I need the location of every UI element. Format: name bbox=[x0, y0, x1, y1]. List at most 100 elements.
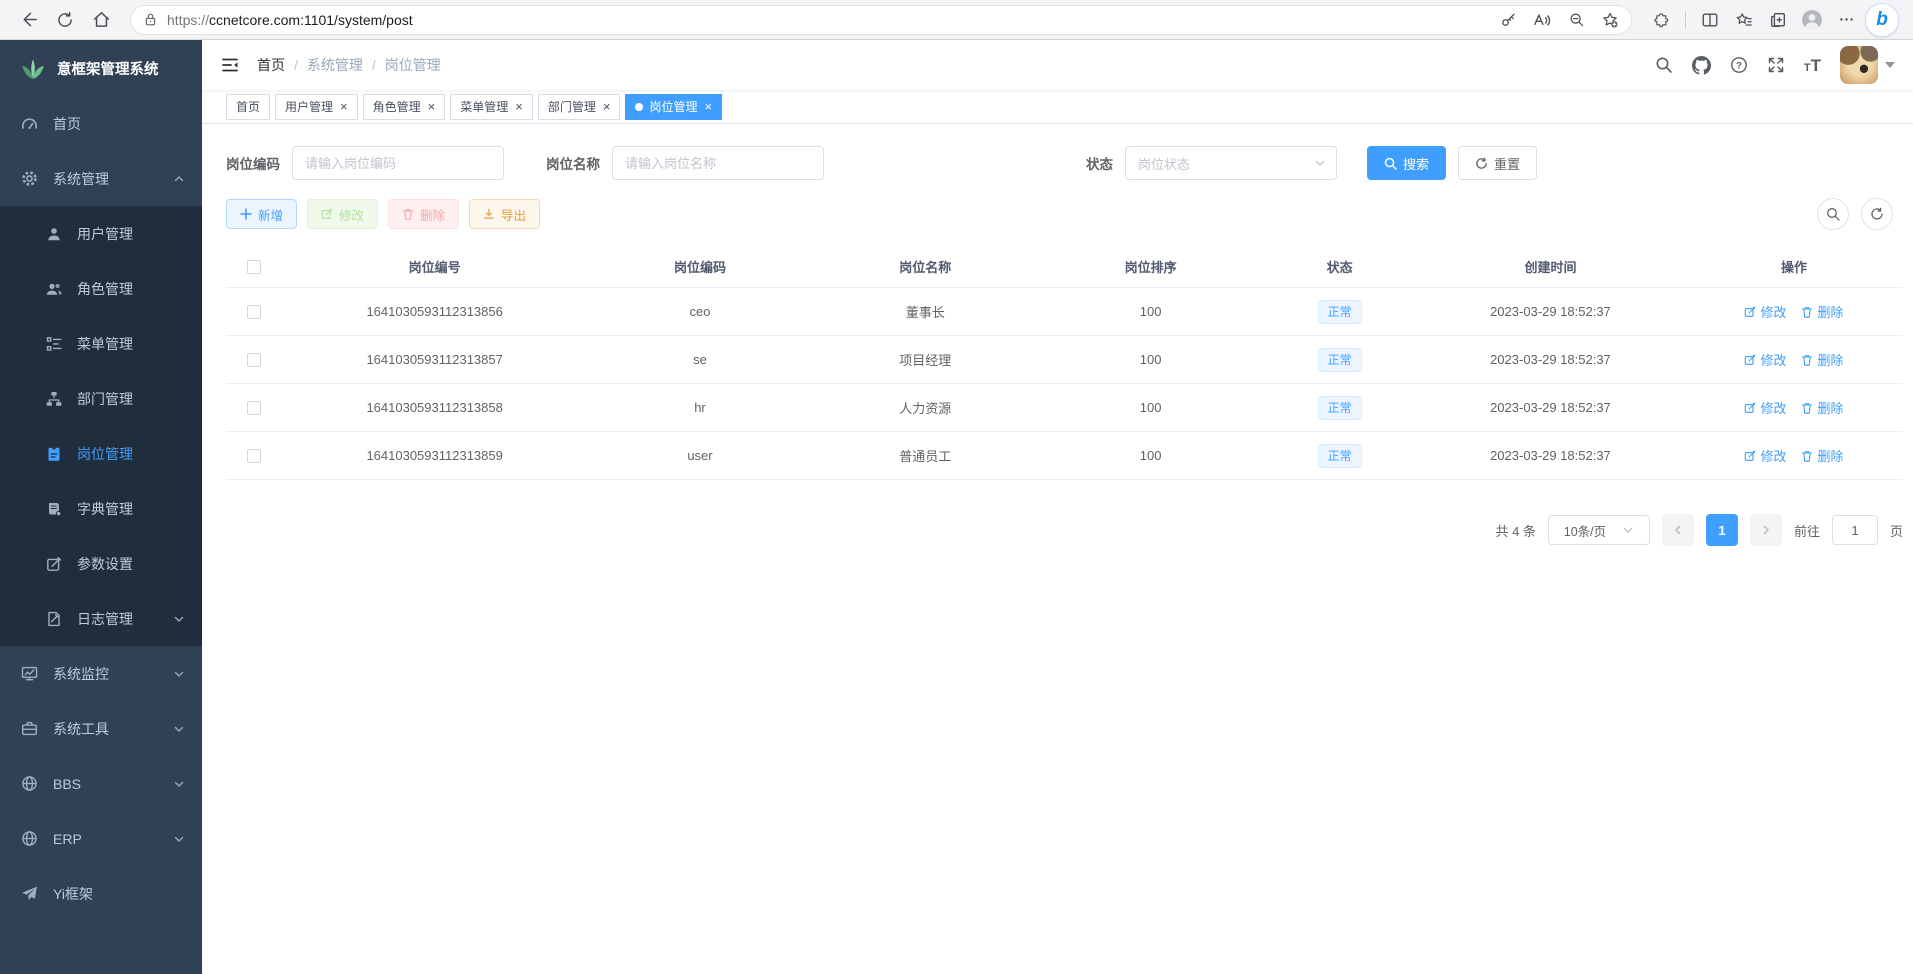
table-row[interactable]: 1641030593112313856 ceo 董事长 100 正常 2023-… bbox=[226, 288, 1903, 336]
add-favorite-icon[interactable] bbox=[1595, 5, 1625, 35]
sidebar-item-erp[interactable]: ERP bbox=[0, 811, 202, 866]
breadcrumb-home[interactable]: 首页 bbox=[257, 55, 285, 75]
font-size-icon[interactable]: TT bbox=[1804, 57, 1821, 74]
more-menu-icon[interactable] bbox=[1831, 5, 1861, 35]
export-button[interactable]: 导出 bbox=[469, 199, 540, 229]
sidebar-item-post-mgmt[interactable]: 岗位管理 bbox=[0, 426, 202, 481]
table-row[interactable]: 1641030593112313858 hr 人力资源 100 正常 2023-… bbox=[226, 384, 1903, 432]
add-button[interactable]: 新增 bbox=[226, 199, 297, 229]
row-checkbox[interactable] bbox=[247, 401, 261, 415]
zoom-out-icon[interactable] bbox=[1561, 5, 1591, 35]
fullscreen-icon[interactable] bbox=[1767, 56, 1785, 74]
sidebar-item-home[interactable]: 首页 bbox=[0, 96, 202, 151]
edit-post-link[interactable]: 修改 bbox=[1744, 398, 1786, 417]
post-table: 岗位编号 岗位编码 岗位名称 岗位排序 状态 创建时间 操作 164103059… bbox=[226, 246, 1903, 480]
bing-chat-icon[interactable]: b bbox=[1865, 3, 1899, 37]
help-icon[interactable]: ? bbox=[1730, 56, 1748, 74]
tab-user-mgmt[interactable]: 用户管理 × bbox=[275, 94, 358, 120]
app-logo[interactable]: 意框架管理系统 bbox=[0, 40, 202, 96]
page-size-select[interactable]: 10条/页 bbox=[1548, 515, 1650, 545]
sidebar-item-system-mgmt[interactable]: 系统管理 bbox=[0, 151, 202, 206]
delete-post-link[interactable]: 删除 bbox=[1801, 302, 1843, 321]
status-badge: 正常 bbox=[1318, 444, 1362, 468]
sidebar-item-dept-mgmt[interactable]: 部门管理 bbox=[0, 371, 202, 426]
next-page-button[interactable] bbox=[1750, 514, 1782, 546]
close-icon[interactable]: × bbox=[515, 100, 523, 113]
delete-post-link[interactable]: 删除 bbox=[1801, 350, 1843, 369]
plus-icon bbox=[240, 208, 252, 220]
col-post-sort: 岗位排序 bbox=[1038, 257, 1263, 276]
delete-post-link[interactable]: 删除 bbox=[1801, 446, 1843, 465]
delete-button[interactable]: 删除 bbox=[388, 199, 459, 229]
bing-b-glyph: b bbox=[1876, 10, 1888, 29]
toggle-search-icon[interactable] bbox=[1817, 198, 1849, 230]
edit-button[interactable]: 修改 bbox=[307, 199, 378, 229]
select-all-checkbox[interactable] bbox=[247, 260, 261, 274]
split-screen-icon[interactable] bbox=[1695, 5, 1725, 35]
search-icon bbox=[1384, 157, 1397, 170]
browser-refresh-icon[interactable] bbox=[50, 5, 80, 35]
browser-home-icon[interactable] bbox=[86, 5, 116, 35]
tab-post-mgmt[interactable]: 岗位管理 × bbox=[625, 94, 722, 120]
edit-icon bbox=[1744, 402, 1756, 414]
close-icon[interactable]: × bbox=[603, 100, 611, 113]
post-name-input[interactable] bbox=[612, 146, 824, 180]
sidebar-item-role-mgmt[interactable]: 角色管理 bbox=[0, 261, 202, 316]
reset-button[interactable]: 重置 bbox=[1458, 146, 1537, 180]
delete-post-link[interactable]: 删除 bbox=[1801, 398, 1843, 417]
sidebar-collapse-icon[interactable] bbox=[220, 55, 240, 75]
filter-post-name: 岗位名称 bbox=[546, 146, 824, 180]
tab-home[interactable]: 首页 bbox=[226, 94, 270, 120]
user-icon bbox=[45, 226, 62, 242]
prev-page-button[interactable] bbox=[1662, 514, 1694, 546]
tab-role-mgmt[interactable]: 角色管理 × bbox=[363, 94, 446, 120]
browser-back-icon[interactable] bbox=[14, 5, 44, 35]
sidebar-item-log-mgmt[interactable]: 日志管理 bbox=[0, 591, 202, 646]
table-row[interactable]: 1641030593112313859 user 普通员工 100 正常 202… bbox=[226, 432, 1903, 480]
lock-icon[interactable] bbox=[143, 12, 158, 27]
post-code-input[interactable] bbox=[292, 146, 504, 180]
close-icon[interactable]: × bbox=[340, 100, 348, 113]
sidebar-item-label: 角色管理 bbox=[77, 279, 133, 299]
row-checkbox[interactable] bbox=[247, 305, 261, 319]
goto-page-input[interactable] bbox=[1832, 515, 1878, 545]
table-row[interactable]: 1641030593112313857 se 项目经理 100 正常 2023-… bbox=[226, 336, 1903, 384]
sidebar-item-yi-framework[interactable]: Yi框架 bbox=[0, 866, 202, 921]
edit-post-link[interactable]: 修改 bbox=[1744, 350, 1786, 369]
download-icon bbox=[483, 208, 495, 220]
breadcrumb-system[interactable]: 系统管理 bbox=[307, 55, 363, 75]
sidebar-item-system-tools[interactable]: 系统工具 bbox=[0, 701, 202, 756]
dictionary-icon bbox=[45, 501, 62, 517]
edit-post-link[interactable]: 修改 bbox=[1744, 446, 1786, 465]
search-button[interactable]: 搜索 bbox=[1367, 146, 1446, 180]
extensions-icon[interactable] bbox=[1646, 5, 1676, 35]
github-icon[interactable] bbox=[1692, 56, 1711, 75]
collections-icon[interactable] bbox=[1763, 5, 1793, 35]
tab-menu-mgmt[interactable]: 菜单管理 × bbox=[450, 94, 533, 120]
read-aloud-icon[interactable] bbox=[1527, 5, 1557, 35]
row-checkbox[interactable] bbox=[247, 449, 261, 463]
address-bar[interactable]: https://ccnetcore.com:1101/system/post bbox=[130, 5, 1632, 35]
sidebar-item-menu-mgmt[interactable]: 菜单管理 bbox=[0, 316, 202, 371]
password-key-icon[interactable] bbox=[1493, 5, 1523, 35]
refresh-table-icon[interactable] bbox=[1861, 198, 1893, 230]
sidebar-item-param-settings[interactable]: 参数设置 bbox=[0, 536, 202, 591]
edit-post-link[interactable]: 修改 bbox=[1744, 302, 1786, 321]
close-icon[interactable]: × bbox=[428, 100, 436, 113]
page-number-1[interactable]: 1 bbox=[1706, 514, 1738, 546]
sidebar-item-bbs[interactable]: BBS bbox=[0, 756, 202, 811]
sidebar-item-user-mgmt[interactable]: 用户管理 bbox=[0, 206, 202, 261]
close-icon[interactable]: × bbox=[704, 100, 712, 113]
user-menu[interactable] bbox=[1840, 46, 1895, 84]
tab-dept-mgmt[interactable]: 部门管理 × bbox=[538, 94, 621, 120]
sidebar-item-system-monitor[interactable]: 系统监控 bbox=[0, 646, 202, 701]
status-select[interactable]: 岗位状态 bbox=[1125, 146, 1337, 180]
user-avatar[interactable] bbox=[1840, 46, 1878, 84]
table-header-row: 岗位编号 岗位编码 岗位名称 岗位排序 状态 创建时间 操作 bbox=[226, 246, 1903, 288]
cell-post-name: 人力资源 bbox=[813, 398, 1038, 417]
row-checkbox[interactable] bbox=[247, 353, 261, 367]
favorites-icon[interactable] bbox=[1729, 5, 1759, 35]
sidebar-item-dict-mgmt[interactable]: 字典管理 bbox=[0, 481, 202, 536]
browser-profile-avatar[interactable] bbox=[1797, 5, 1827, 35]
header-search-icon[interactable] bbox=[1655, 56, 1673, 74]
